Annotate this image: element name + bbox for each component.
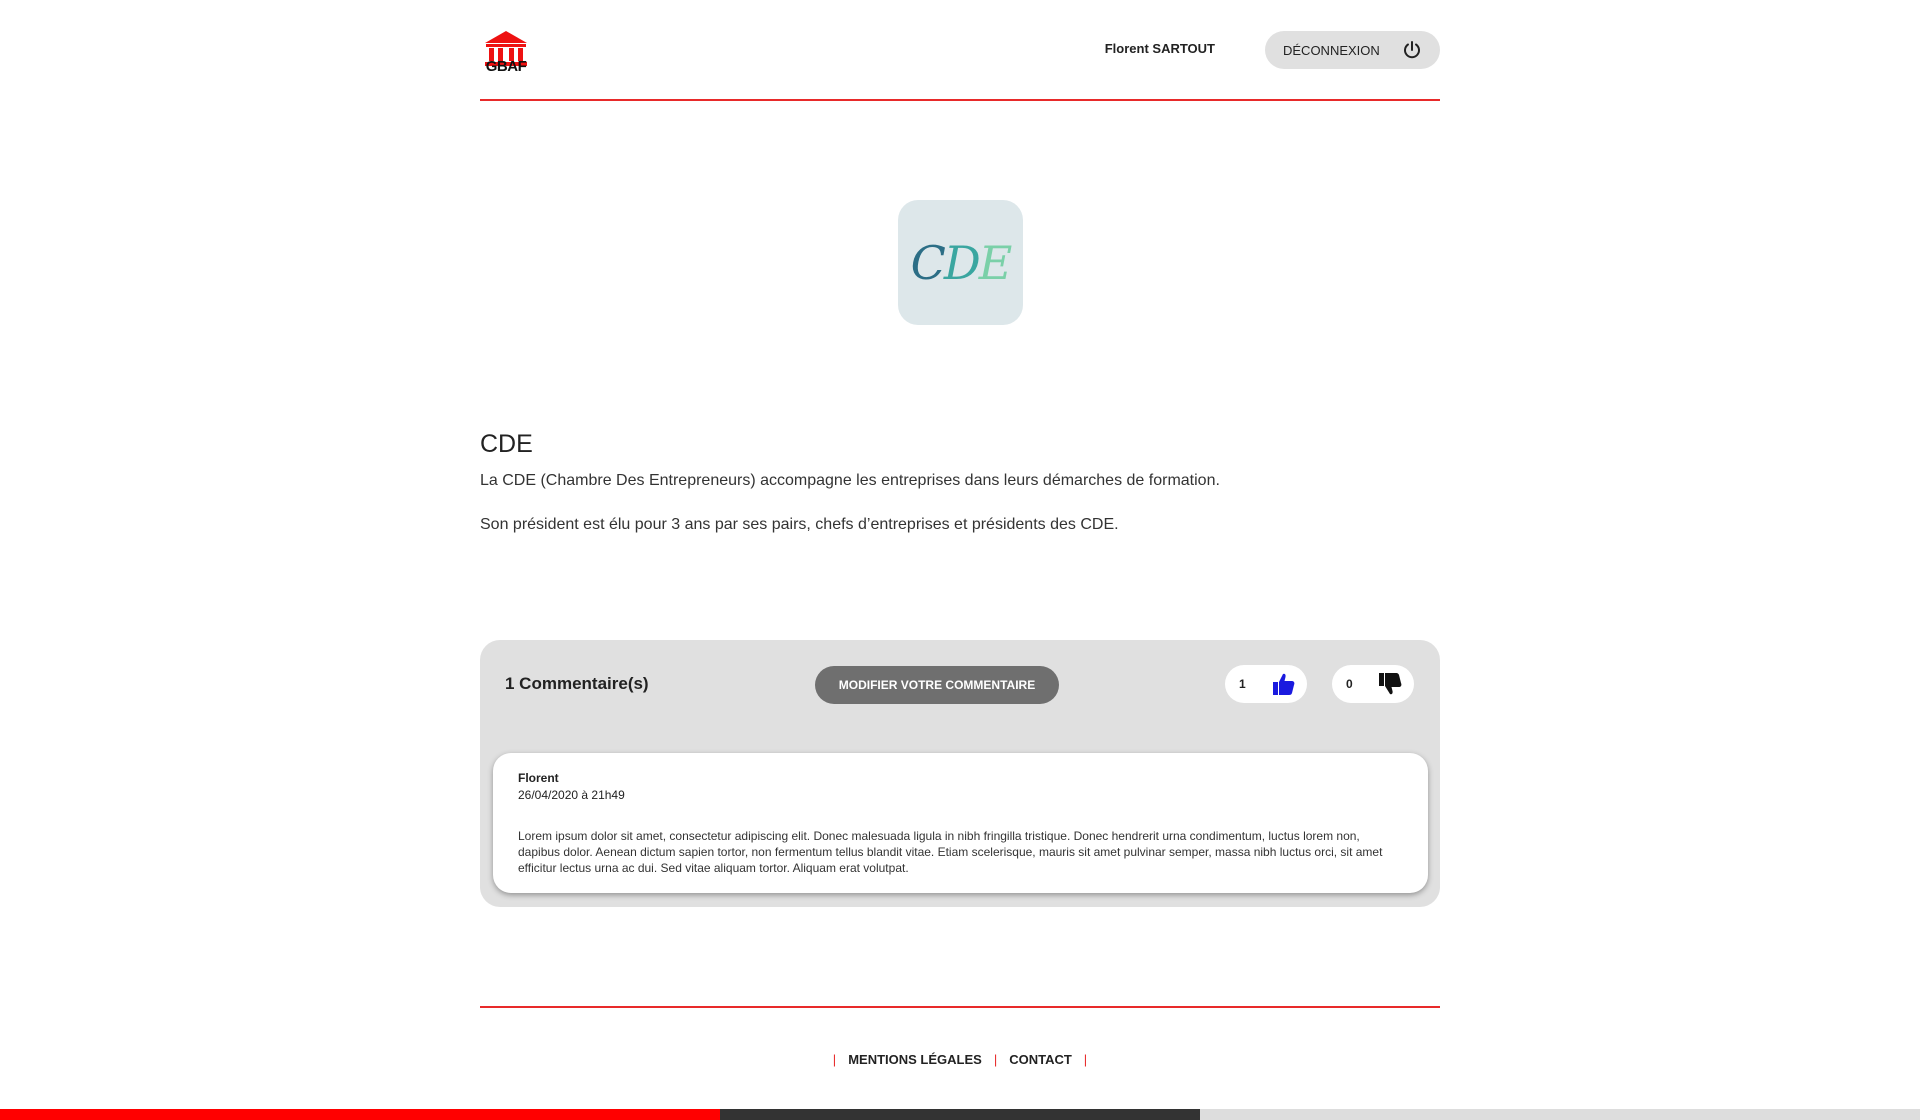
bottom-color-bar <box>0 1109 1920 1120</box>
partner-name: CDE <box>480 430 533 458</box>
dislike-button[interactable]: 0 <box>1332 665 1414 703</box>
partner-paragraph-2: Son président est élu pour 3 ans par ses… <box>480 516 1119 533</box>
logo-letter-c: C <box>910 235 946 290</box>
footer-divider <box>480 1006 1440 1008</box>
comments-panel: 1 Commentaire(s) MODIFIER VOTRE COMMENTA… <box>480 640 1440 907</box>
logo-text: GBAF <box>485 58 527 75</box>
footer-separator: | <box>993 1052 998 1067</box>
logout-label: DÉCONNEXION <box>1283 42 1380 58</box>
comment-text: Lorem ipsum dolor sit amet, consectetur … <box>518 829 1383 875</box>
legal-notice-link[interactable]: MENTIONS LÉGALES <box>848 1052 982 1067</box>
logo-letter-e: E <box>978 235 1013 290</box>
edit-comment-button[interactable]: MODIFIER VOTRE COMMENTAIRE <box>815 666 1059 704</box>
partner-paragraph-1: La CDE (Chambre Des Entrepreneurs) accom… <box>480 472 1220 489</box>
comments-count: 1 Commentaire(s) <box>505 674 649 693</box>
comment-author: Florent <box>518 771 559 785</box>
partner-logo: CDE <box>898 200 1023 325</box>
logo-letter-d: D <box>943 235 981 290</box>
footer-separator: | <box>832 1052 837 1067</box>
like-count: 1 <box>1239 677 1246 691</box>
bottom-bar-dark <box>720 1109 1200 1120</box>
thumbs-down-icon <box>1379 673 1402 695</box>
power-icon <box>1404 41 1420 59</box>
bottom-bar-red <box>0 1109 720 1120</box>
partner-logo-letters: CDE <box>910 235 1013 290</box>
logout-button[interactable]: DÉCONNEXION <box>1265 31 1440 69</box>
user-name: Florent SARTOUT <box>1104 41 1215 56</box>
contact-link[interactable]: CONTACT <box>1009 1052 1072 1067</box>
like-button[interactable]: 1 <box>1225 665 1307 703</box>
bottom-bar-light <box>1200 1109 1920 1120</box>
partner-description: CDE La CDE (Chambre Des Entrepreneurs) a… <box>480 430 1440 559</box>
comment-date: 26/04/2020 à 21h49 <box>518 788 625 802</box>
site-header: GBAF Florent SARTOUT DÉCONNEXION <box>480 0 1440 101</box>
footer-separator: | <box>1083 1052 1088 1067</box>
dislike-count: 0 <box>1346 677 1353 691</box>
thumbs-up-icon <box>1273 673 1295 695</box>
comment-card: Florent 26/04/2020 à 21h49 Lorem ipsum d… <box>493 753 1428 893</box>
footer-links: | MENTIONS LÉGALES | CONTACT | <box>0 1052 1920 1067</box>
